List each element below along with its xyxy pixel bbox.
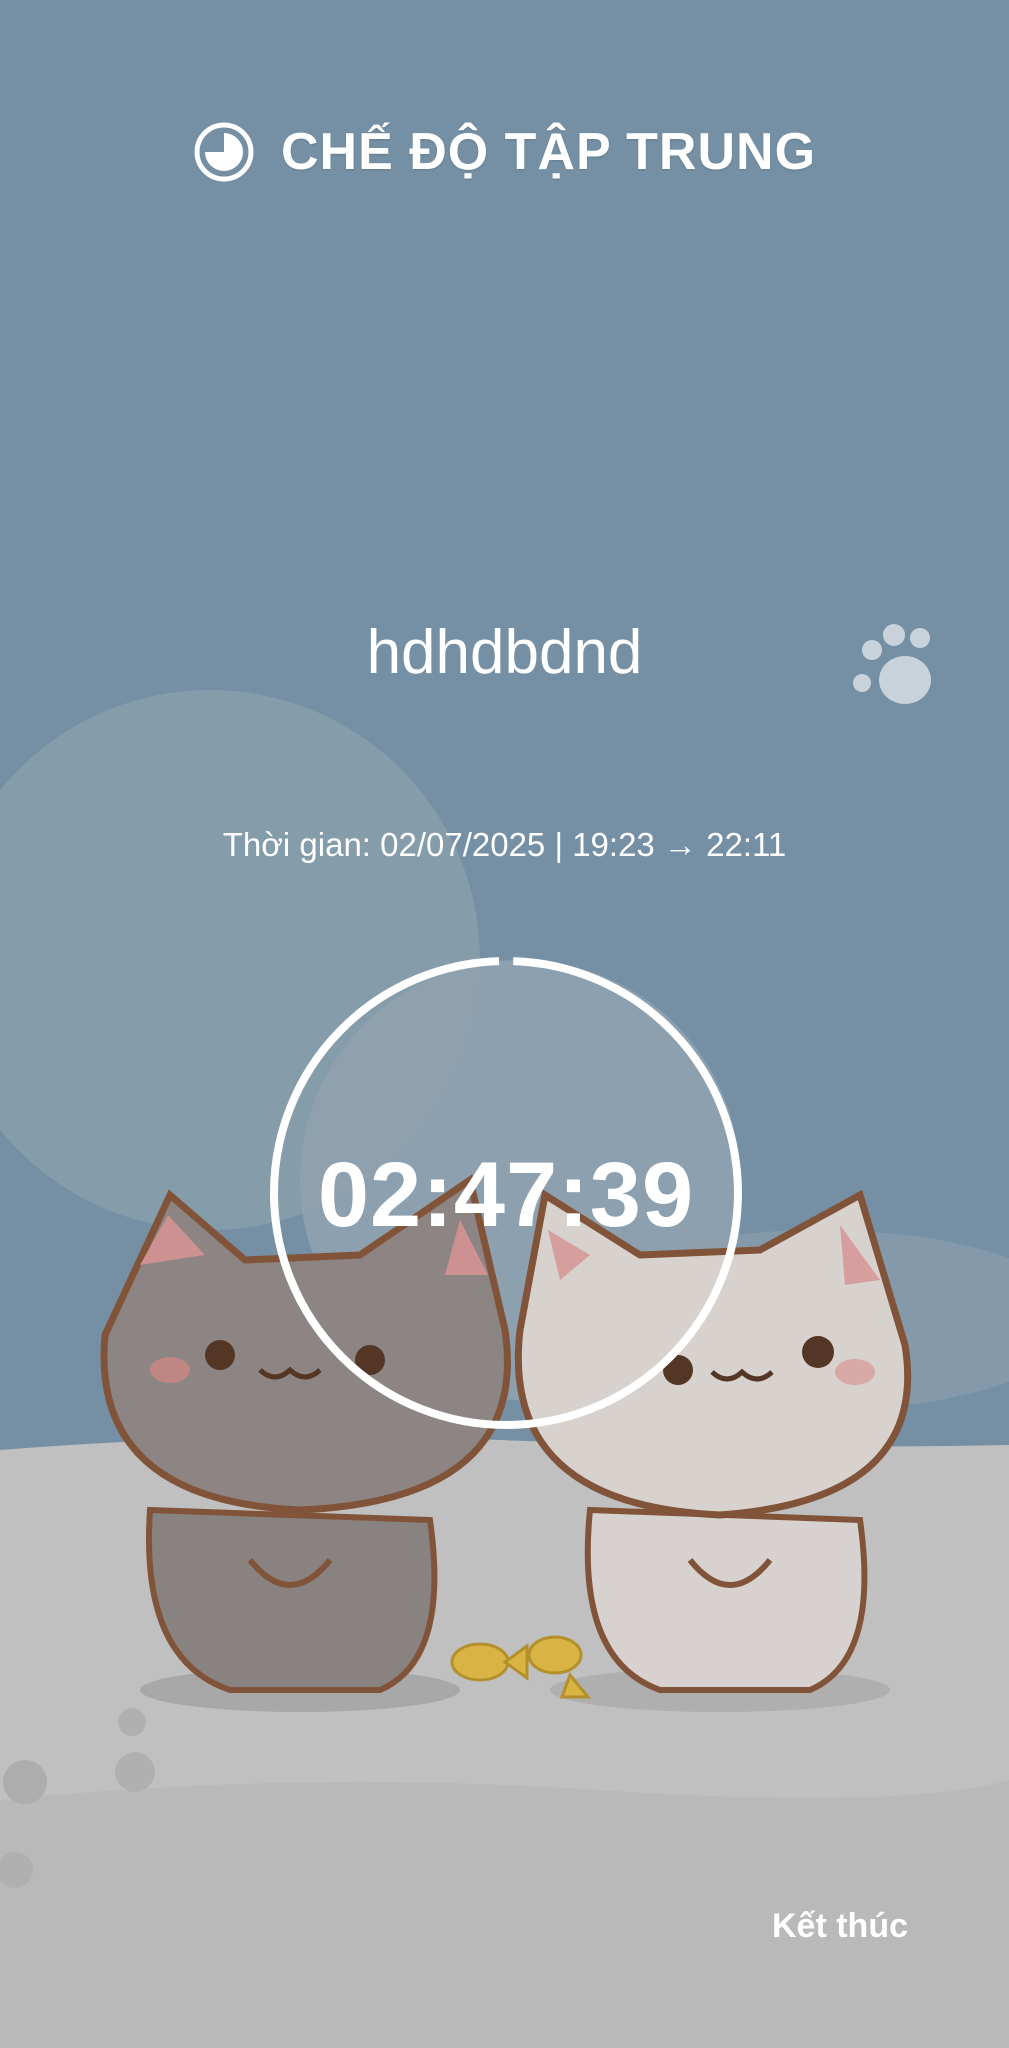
task-name: hdhdbdnd: [366, 618, 643, 687]
header: CHẾ ĐỘ TẬP TRUNG: [0, 112, 1009, 192]
time-range: Thời gian: 02/07/2025 | 19:23 → 22:11: [222, 826, 787, 863]
page-title: CHẾ ĐỘ TẬP TRUNG: [280, 123, 817, 181]
countdown-timer: 02:47:39: [317, 1144, 695, 1246]
focus-timer-icon: [194, 122, 254, 182]
end-button[interactable]: Kết thúc: [760, 1900, 920, 1952]
